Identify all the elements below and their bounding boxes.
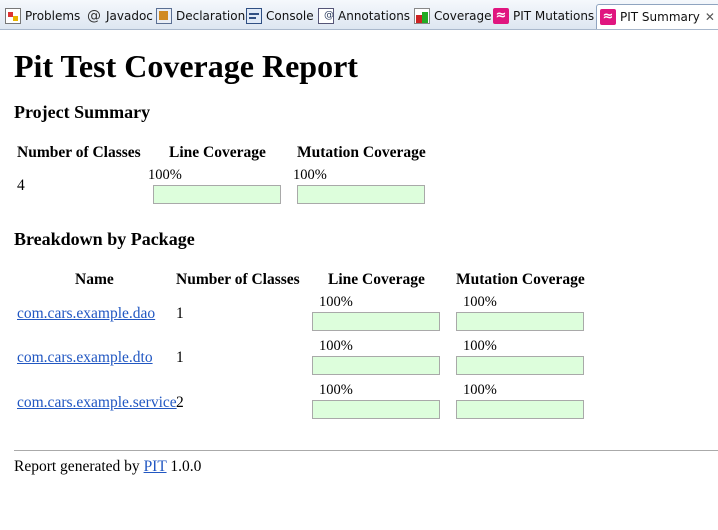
package-line-coverage-bar xyxy=(312,356,440,375)
breakdown-header-classes: Number of Classes xyxy=(176,271,300,288)
tab-annotations[interactable]: Annotations xyxy=(318,5,410,27)
declaration-icon xyxy=(156,8,172,24)
pit-icon: ≈ xyxy=(600,9,616,25)
tab-label: PIT Mutations xyxy=(513,9,595,23)
breakdown-heading: Breakdown by Package xyxy=(14,229,195,249)
tab-declaration[interactable]: Declaration xyxy=(156,5,245,27)
view-tab-bar: Problems @ Javadoc Declaration Console A… xyxy=(0,0,718,30)
tab-pit-mutations[interactable]: ≈ PIT Mutations xyxy=(493,5,594,27)
tab-label: Annotations xyxy=(338,9,411,23)
package-classes-value: 2 xyxy=(176,394,184,411)
package-line-coverage-label: 100% xyxy=(319,338,353,354)
package-line-coverage-label: 100% xyxy=(319,382,353,398)
summary-line-coverage-label: 100% xyxy=(148,167,182,183)
footer-divider xyxy=(14,450,718,451)
page-title: Pit Test Coverage Report xyxy=(14,48,358,84)
summary-header-line-coverage: Line Coverage xyxy=(169,144,266,161)
project-summary-heading: Project Summary xyxy=(14,102,151,122)
package-mutation-coverage-bar xyxy=(456,356,584,375)
console-icon xyxy=(246,8,262,24)
footer-text: Report generated by xyxy=(14,458,140,475)
tab-console[interactable]: Console xyxy=(246,5,314,27)
package-link-dto[interactable]: com.cars.example.dto xyxy=(17,349,153,366)
summary-mutation-coverage-label: 100% xyxy=(293,167,327,183)
pit-icon: ≈ xyxy=(493,8,509,24)
breakdown-header-line-coverage: Line Coverage xyxy=(328,271,425,288)
tab-label: Console xyxy=(266,9,314,23)
report-footer: Report generated by PIT 1.0.0 xyxy=(14,458,201,476)
tab-coverage[interactable]: Coverage xyxy=(414,5,492,27)
problems-icon xyxy=(5,8,21,24)
tab-label: Problems xyxy=(25,9,81,23)
package-mutation-coverage-bar xyxy=(456,400,584,419)
summary-header-mutation-coverage: Mutation Coverage xyxy=(297,144,426,161)
close-icon[interactable]: ✕ xyxy=(705,6,715,28)
package-mutation-coverage-label: 100% xyxy=(463,382,497,398)
tab-label: Coverage xyxy=(434,9,492,23)
annotations-icon xyxy=(318,8,334,24)
summary-header-classes: Number of Classes xyxy=(17,144,141,161)
breakdown-header-name: Name xyxy=(75,271,114,288)
tab-problems[interactable]: Problems xyxy=(5,5,80,27)
package-mutation-coverage-label: 100% xyxy=(463,294,497,310)
package-line-coverage-bar xyxy=(312,312,440,331)
summary-classes-value: 4 xyxy=(17,177,25,194)
package-classes-value: 1 xyxy=(176,305,184,322)
package-link-dao[interactable]: com.cars.example.dao xyxy=(17,305,155,322)
footer-version: 1.0.0 xyxy=(170,458,202,475)
pit-link[interactable]: PIT xyxy=(144,458,167,475)
at-icon: @ xyxy=(87,8,101,24)
summary-mutation-coverage-bar xyxy=(297,185,425,204)
breakdown-header-mutation-coverage: Mutation Coverage xyxy=(456,271,585,288)
package-line-coverage-label: 100% xyxy=(319,294,353,310)
package-mutation-coverage-bar xyxy=(456,312,584,331)
package-link-service[interactable]: com.cars.example.service xyxy=(17,394,177,411)
tab-label: Javadoc xyxy=(106,9,153,23)
package-classes-value: 1 xyxy=(176,349,184,366)
tab-label: PIT Summary xyxy=(620,10,700,24)
coverage-icon xyxy=(414,8,430,24)
summary-line-coverage-bar xyxy=(153,185,281,204)
tab-label: Declaration xyxy=(176,9,246,23)
tab-pit-summary[interactable]: ≈ PIT Summary ✕ xyxy=(596,4,718,29)
package-mutation-coverage-label: 100% xyxy=(463,338,497,354)
tab-javadoc[interactable]: @ Javadoc xyxy=(86,5,153,27)
package-line-coverage-bar xyxy=(312,400,440,419)
